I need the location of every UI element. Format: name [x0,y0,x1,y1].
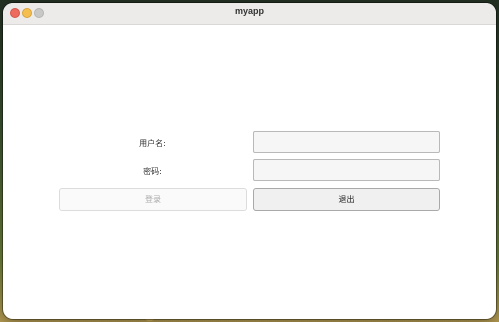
title-bar[interactable]: myapp [3,3,496,25]
window-title: myapp [234,6,264,16]
app-window: myapp 用户名: 密码: 登录 退出 [3,3,496,319]
password-label: 密码: [143,167,162,176]
username-input[interactable] [253,131,440,153]
login-button[interactable]: 登录 [59,188,247,211]
password-input[interactable] [253,159,440,181]
username-label: 用户名: [139,139,166,148]
login-form: 用户名: 密码: 登录 退出 [3,25,496,319]
quit-button[interactable]: 退出 [253,188,440,211]
